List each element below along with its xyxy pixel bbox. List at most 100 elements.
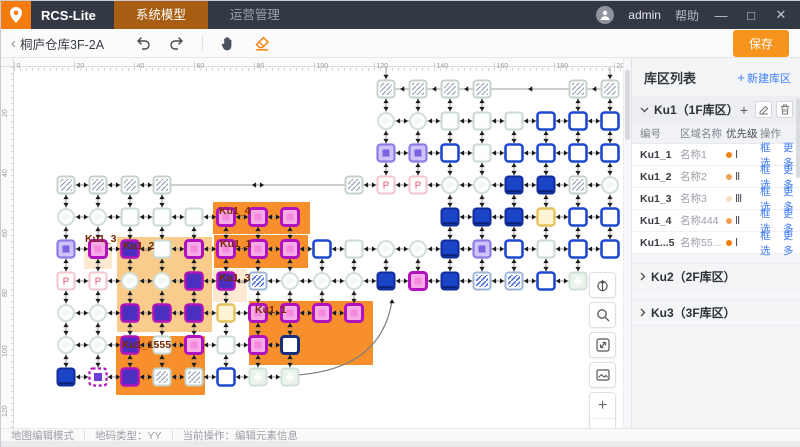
map-node-round-node[interactable] xyxy=(410,113,426,129)
map-canvas[interactable]: PPPPKu1_4Ku1_1Ku1_2Ku1_3Ku1_3Ku1_1Ku1_15… xyxy=(14,67,623,428)
map-node-yellow-node[interactable] xyxy=(538,209,555,226)
map-node-lavender-node[interactable] xyxy=(378,145,395,162)
map-node-blue-border-node[interactable] xyxy=(602,145,619,162)
map-node-blue-border-node[interactable] xyxy=(506,145,523,162)
map-node-blue-border-node[interactable] xyxy=(570,209,587,226)
map-node-hatched-node[interactable] xyxy=(90,177,107,194)
map-node-blue-solid-node[interactable] xyxy=(474,209,491,226)
map-node-lavender-node[interactable] xyxy=(474,241,491,258)
map-node-pink-area-node[interactable] xyxy=(186,241,203,258)
map-node-pink-area-node[interactable] xyxy=(250,337,267,354)
map-node-blue-border-node[interactable] xyxy=(602,113,619,130)
map-node-round-node[interactable] xyxy=(378,241,394,257)
map-node-purple-solid-node[interactable] xyxy=(122,369,139,386)
map-node-round-node[interactable] xyxy=(90,209,106,225)
map-node-round-node[interactable] xyxy=(314,273,330,289)
map-node-round-node[interactable] xyxy=(474,177,490,193)
map-node-dashed-purple-node[interactable] xyxy=(90,369,107,386)
maximize-button[interactable]: □ xyxy=(743,8,759,23)
map-node-hatched-node[interactable] xyxy=(58,177,75,194)
map-node-blue-border-node[interactable] xyxy=(218,369,235,386)
map-node-blue-hatched-node[interactable] xyxy=(506,273,523,290)
map-node-round-node[interactable] xyxy=(346,273,362,289)
map-node-round-node[interactable] xyxy=(410,241,426,257)
map-node-blue-border-node[interactable] xyxy=(570,113,587,130)
undo-button[interactable] xyxy=(130,32,156,54)
map-node-lavender-node[interactable] xyxy=(58,241,75,258)
edit-area-button[interactable] xyxy=(755,101,772,118)
new-area-button[interactable]: + 新建库区 xyxy=(737,70,791,86)
map-node-blue-border-node[interactable] xyxy=(442,145,459,162)
map-node-blue-solid-node[interactable] xyxy=(58,369,75,386)
map-node-hatched-node[interactable] xyxy=(378,81,395,98)
canvas-scrollbar[interactable] xyxy=(623,58,631,428)
map-node-blue-solid-node[interactable] xyxy=(506,177,523,194)
map-node-green-plus-node[interactable] xyxy=(570,273,587,290)
map-node-hatched-node[interactable] xyxy=(570,81,587,98)
section-ku2-header[interactable]: Ku2（2F库区） xyxy=(632,263,800,290)
map-node-normal-node[interactable] xyxy=(442,113,459,130)
pan-tool-button[interactable] xyxy=(215,32,241,54)
map-node-round-node[interactable] xyxy=(58,209,74,225)
map-node-pink-area-node[interactable] xyxy=(410,273,427,290)
map-node-yellow-node[interactable] xyxy=(218,305,235,322)
map-node-hatched-node[interactable] xyxy=(410,81,427,98)
back-button[interactable]: ‹ xyxy=(11,35,16,52)
map-node-hatched-node[interactable] xyxy=(570,177,587,194)
map-node-round-node[interactable] xyxy=(90,337,106,353)
zoom-search-button[interactable] xyxy=(589,302,616,328)
map-node-normal-node[interactable] xyxy=(154,209,171,226)
map-node-blue-border-node[interactable] xyxy=(506,241,523,258)
map-node-hatched-node[interactable] xyxy=(122,177,139,194)
map-node-blue-hatched-node[interactable] xyxy=(474,273,491,290)
map-node-blue-border-node[interactable] xyxy=(602,209,619,226)
map-node-normal-node[interactable] xyxy=(538,241,555,258)
map-node-hatched-node[interactable] xyxy=(154,369,171,386)
map-node-parking-node[interactable]: P xyxy=(378,177,395,194)
map-node-hatched-node[interactable] xyxy=(474,81,491,98)
close-button[interactable]: ✕ xyxy=(773,7,789,23)
map-node-parking-node[interactable]: P xyxy=(410,177,427,194)
map-node-hatched-node[interactable] xyxy=(346,177,363,194)
map-node-purple-solid-node[interactable] xyxy=(154,305,171,322)
map-node-green-plus-node[interactable] xyxy=(250,369,267,386)
map-node-blue-solid-node[interactable] xyxy=(506,209,523,226)
map-node-normal-node[interactable] xyxy=(506,113,523,130)
map-node-purple-solid-node[interactable] xyxy=(186,273,203,290)
map-node-blue-solid-node[interactable] xyxy=(378,273,395,290)
canvas-scrollbar-thumb[interactable] xyxy=(625,70,630,140)
map-node-pink-area-node[interactable] xyxy=(314,305,331,322)
map-node-hatched-node[interactable] xyxy=(186,369,203,386)
map-node-normal-node[interactable] xyxy=(474,113,491,130)
map-node-blue-hatched-node[interactable] xyxy=(250,273,267,290)
map-node-lavender-node[interactable] xyxy=(410,145,427,162)
map-node-parking-node[interactable]: P xyxy=(90,273,107,290)
username[interactable]: admin xyxy=(628,8,661,22)
map-node-blue-border-node[interactable] xyxy=(602,241,619,258)
export-image-button[interactable] xyxy=(589,362,616,388)
map-node-round-node[interactable] xyxy=(58,337,74,353)
map-node-parking-node[interactable]: P xyxy=(58,273,75,290)
map-node-blue-solid-node[interactable] xyxy=(442,273,459,290)
map-node-blue-border-node[interactable] xyxy=(570,145,587,162)
map-node-normal-node[interactable] xyxy=(186,209,203,226)
map-node-normal-node[interactable] xyxy=(474,145,491,162)
map-node-purple-solid-node[interactable] xyxy=(122,305,139,322)
box-select-link[interactable]: 框选 xyxy=(760,228,778,258)
fit-view-button[interactable] xyxy=(589,332,616,358)
map-node-normal-node[interactable] xyxy=(218,337,235,354)
map-node-purple-solid-node[interactable] xyxy=(186,305,203,322)
map-node-hatched-node[interactable] xyxy=(154,177,171,194)
map-node-blue-solid-node[interactable] xyxy=(442,209,459,226)
map-node-blue-border-node[interactable] xyxy=(538,113,555,130)
map-node-round-node[interactable] xyxy=(58,305,74,321)
map-node-blue-border-node[interactable] xyxy=(538,145,555,162)
locate-button[interactable] xyxy=(589,272,616,298)
map-node-round-node[interactable] xyxy=(154,273,170,289)
section-ku3-header[interactable]: Ku3（3F库区） xyxy=(632,299,800,326)
delete-area-button[interactable] xyxy=(776,101,793,118)
sidebar-scrollbar-thumb[interactable] xyxy=(796,98,800,178)
map-node-pink-area-node[interactable] xyxy=(346,305,363,322)
help-link[interactable]: 帮助 xyxy=(675,7,699,24)
tab-operations[interactable]: 运营管理 xyxy=(208,1,302,29)
